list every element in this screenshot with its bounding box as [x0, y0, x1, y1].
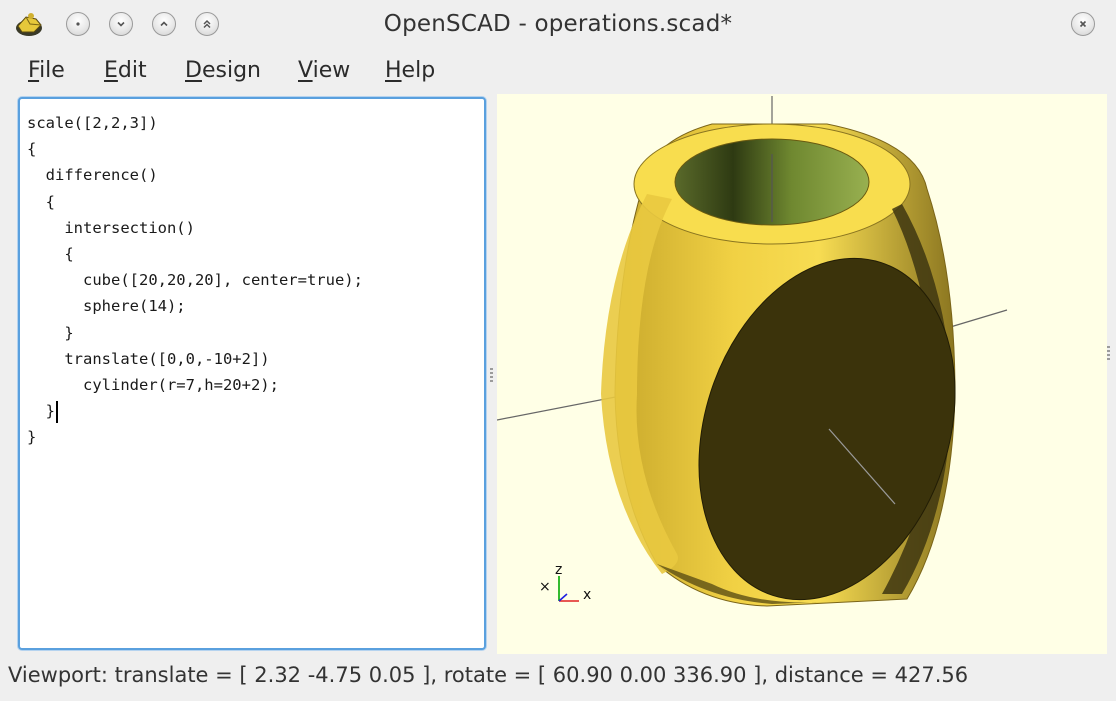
text-cursor	[56, 400, 58, 423]
code-line: translate([0,0,-10+2])	[27, 349, 270, 368]
menu-design[interactable]: Design	[185, 58, 261, 83]
gizmo-z-axis	[558, 593, 568, 602]
menu-view[interactable]: View	[298, 58, 350, 83]
menu-file-label: ile	[39, 58, 65, 83]
title-bar: OpenSCAD - operations.scad*	[0, 0, 1116, 50]
code-line: sphere(14);	[27, 297, 186, 316]
menu-design-label: esign	[201, 58, 261, 83]
code-line: cylinder(r=7,h=20+2);	[27, 376, 279, 395]
menu-edit-mnemonic: E	[104, 58, 118, 83]
right-edge-handle[interactable]	[1107, 346, 1110, 360]
menu-help[interactable]: Help	[385, 58, 435, 83]
menu-edit[interactable]: Edit	[104, 58, 147, 83]
code-line: scale([2,2,3])	[27, 114, 158, 132]
code-line: {	[27, 245, 74, 264]
code-line: }	[27, 323, 74, 342]
axis-gizmo: z x ×	[539, 562, 591, 603]
3d-viewport[interactable]: z x ×	[497, 94, 1107, 654]
code-line: difference()	[27, 166, 158, 185]
status-bar: Viewport: translate = [ 2.32 -4.75 0.05 …	[8, 663, 969, 687]
code-line: cube([20,20,20], center=true);	[27, 271, 363, 290]
rendered-model: z x ×	[497, 96, 1008, 607]
menu-view-label: iew	[312, 58, 351, 83]
menu-help-label: elp	[401, 58, 436, 83]
code-line: {	[27, 140, 37, 159]
y-axis-line	[946, 309, 1008, 329]
window-title: OpenSCAD - operations.scad*	[383, 11, 733, 37]
code-line: intersection()	[27, 218, 195, 237]
editor-text[interactable]: scale([2,2,3]) { difference() { intersec…	[27, 110, 363, 451]
close-icon[interactable]	[1071, 12, 1095, 36]
menu-file[interactable]: File	[28, 58, 65, 83]
menu-edit-label: dit	[117, 58, 147, 83]
menu-file-mnemonic: F	[28, 58, 40, 83]
gizmo-x-label: x	[583, 587, 591, 603]
gizmo-z-label: z	[555, 562, 562, 578]
code-line: {	[27, 192, 55, 211]
menu-design-mnemonic: D	[185, 58, 202, 83]
menu-help-mnemonic: H	[385, 58, 402, 83]
code-line: }	[27, 402, 55, 421]
code-line: }	[27, 428, 37, 447]
menu-view-mnemonic: V	[298, 58, 313, 83]
code-editor[interactable]: scale([2,2,3]) { difference() { intersec…	[18, 97, 486, 650]
splitter-handle[interactable]	[490, 368, 493, 382]
gizmo-y-label: ×	[539, 579, 551, 595]
